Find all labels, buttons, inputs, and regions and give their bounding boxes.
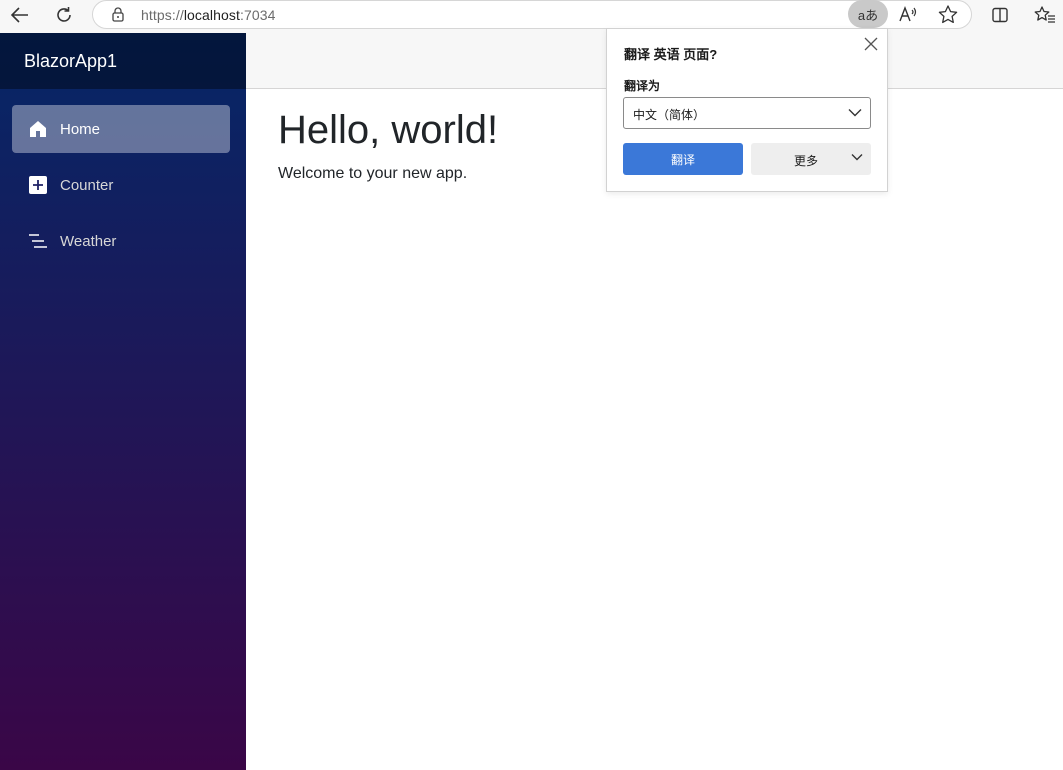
plus-square-icon	[28, 175, 48, 195]
sidebar-item-counter[interactable]: Counter	[12, 161, 230, 209]
sidebar-item-label: Home	[60, 120, 101, 138]
split-screen-icon	[992, 7, 1008, 23]
translate-page-button[interactable]: aあ	[848, 0, 888, 28]
favorite-button[interactable]	[936, 3, 960, 25]
translate-target-label: 翻译为	[624, 79, 661, 93]
read-aloud-button[interactable]	[896, 3, 920, 25]
back-button[interactable]	[5, 2, 35, 28]
language-select-value: 中文（简体）	[633, 108, 706, 122]
sidebar-item-weather[interactable]: Weather	[12, 217, 230, 265]
sidebar-item-home[interactable]: Home	[12, 105, 230, 153]
welcome-text: Welcome to your new app.	[278, 165, 468, 182]
sidebar: BlazorApp1 Home Counter Weather	[0, 33, 246, 770]
home-icon	[28, 119, 48, 139]
brand-bar: BlazorApp1	[0, 33, 246, 89]
address-bar[interactable]: https://localhost:7034	[92, 0, 972, 29]
read-aloud-icon	[899, 6, 917, 22]
browser-toolbar: https://localhost:7034 aあ	[0, 0, 1063, 33]
url-protocol: https://	[141, 7, 184, 23]
more-button[interactable]: 更多	[751, 143, 871, 175]
sidebar-item-label: Weather	[60, 232, 117, 250]
lock-icon[interactable]	[111, 7, 125, 22]
page-title: Hello, world!	[278, 108, 499, 152]
url-port: :7034	[239, 7, 276, 23]
favorites-button[interactable]	[1030, 2, 1060, 28]
language-select[interactable]: 中文（简体）	[623, 97, 871, 129]
chevron-down-icon	[848, 109, 862, 117]
favorites-icon	[1034, 6, 1055, 23]
refresh-button[interactable]	[49, 2, 79, 28]
brand-link[interactable]: BlazorApp1	[24, 51, 117, 72]
favorite-star-icon	[938, 4, 958, 23]
back-icon	[11, 7, 28, 23]
close-icon	[864, 37, 878, 51]
chevron-down-icon	[851, 154, 863, 161]
more-button-label: 更多	[794, 154, 819, 168]
sidebar-item-label: Counter	[60, 176, 114, 194]
translate-icon: aあ	[857, 7, 879, 23]
close-button[interactable]	[863, 36, 879, 52]
translate-popup-title: 翻译 英语 页面?	[624, 47, 718, 62]
url-host: localhost	[183, 7, 240, 23]
translate-popup: 翻译 英语 页面? 翻译为 中文（简体） 翻译 更多	[606, 28, 888, 192]
url-text[interactable]: https://localhost:7034	[141, 7, 276, 23]
list-icon	[28, 231, 48, 251]
split-screen-button[interactable]	[985, 2, 1015, 28]
refresh-icon	[57, 7, 71, 22]
translate-button[interactable]: 翻译	[623, 143, 743, 175]
